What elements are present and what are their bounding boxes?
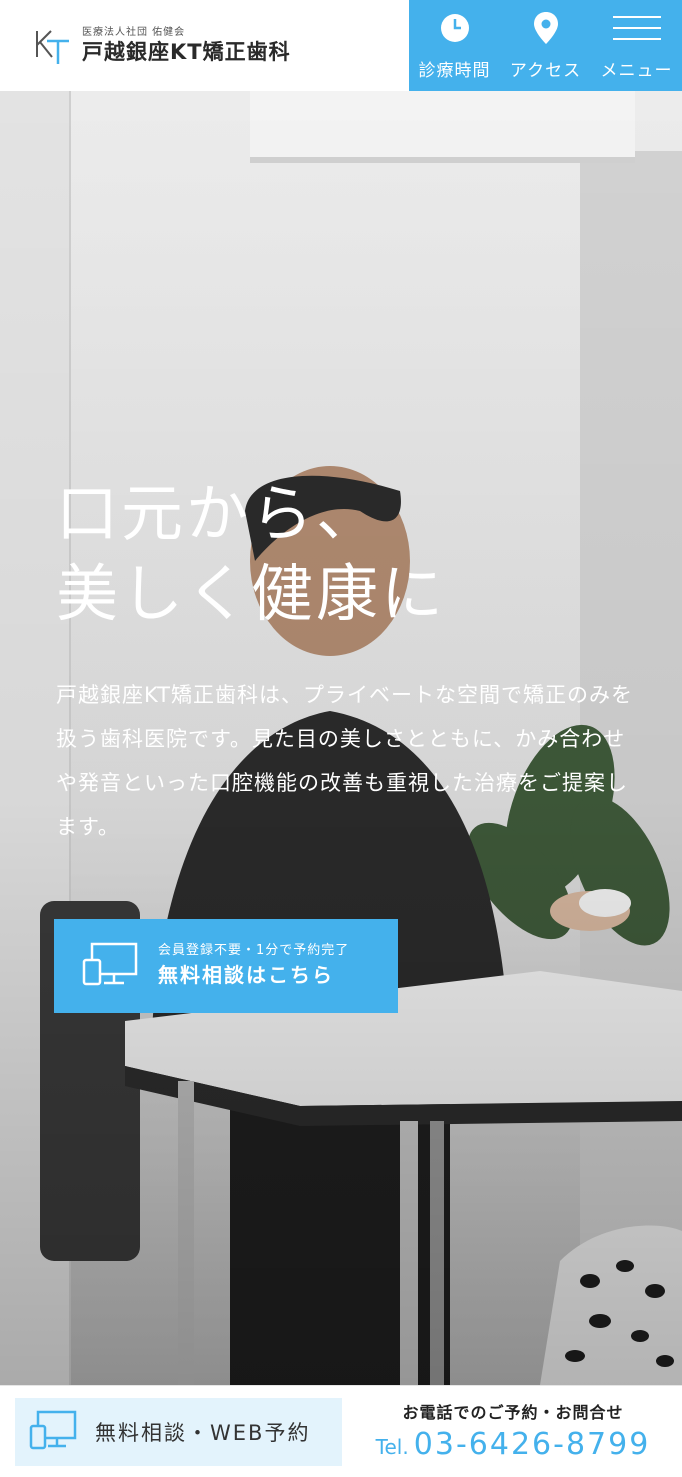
kt-logo-mark (34, 27, 70, 65)
site-header: 医療法人社団 佑健会 戸越銀座KT矯正歯科 診療時間 アクセス メニュー (0, 0, 682, 91)
phone-contact-link[interactable]: お電話でのご予約・お問合せ Tel. 03-6426-8799 (358, 1400, 668, 1468)
cta-subtext: 会員登録不要・1分で予約完了 (158, 943, 350, 958)
logo-subtitle: 医療法人社団 佑健会 (82, 27, 186, 38)
phone-prefix: Tel. (375, 1435, 409, 1459)
devices-icon (29, 1410, 77, 1454)
hero-headline-line1: 口元から、 (56, 477, 382, 550)
menu-button[interactable]: メニュー (591, 0, 682, 91)
menu-label: メニュー (600, 61, 673, 81)
hero-headline-line2: 美しく健康に (56, 557, 447, 630)
hero-section: 口元から、 美しく健康に 戸越銀座KT矯正歯科は、プライベートな空間で矯正のみを… (0, 91, 682, 1385)
logo-clinic-name: 戸越銀座KT矯正歯科 (82, 40, 291, 64)
web-reservation-label: 無料相談・WEB予約 (95, 1421, 311, 1445)
cta-label: 無料相談はこちら (158, 963, 334, 987)
phone-number: 03-6426-8799 (413, 1427, 651, 1462)
web-reservation-button[interactable]: 無料相談・WEB予約 (15, 1398, 342, 1466)
hamburger-menu-icon (612, 16, 661, 40)
access-label: アクセス (509, 61, 582, 81)
hours-label: 診療時間 (418, 61, 491, 81)
header-nav: 診療時間 アクセス メニュー (409, 0, 682, 91)
hero-description: 戸越銀座KT矯正歯科は、プライベートな空間で矯正のみを扱う歯科医院です。見た目の… (56, 683, 633, 839)
map-pin-icon (533, 12, 558, 44)
clock-icon (440, 14, 469, 42)
devices-icon (82, 942, 154, 990)
clinic-logo[interactable]: 医療法人社団 佑健会 戸越銀座KT矯正歯科 (34, 26, 414, 66)
access-button[interactable]: アクセス (500, 0, 591, 91)
free-consultation-button[interactable]: 会員登録不要・1分で予約完了 無料相談はこちら (54, 919, 398, 1013)
phone-caption: お電話でのご予約・お問合せ (402, 1403, 624, 1422)
bottom-action-bar: 無料相談・WEB予約 お電話でのご予約・お問合せ Tel. 03-6426-87… (0, 1385, 682, 1477)
hero-headline: 口元から、 美しく健康に (56, 474, 446, 634)
hours-button[interactable]: 診療時間 (409, 0, 500, 91)
